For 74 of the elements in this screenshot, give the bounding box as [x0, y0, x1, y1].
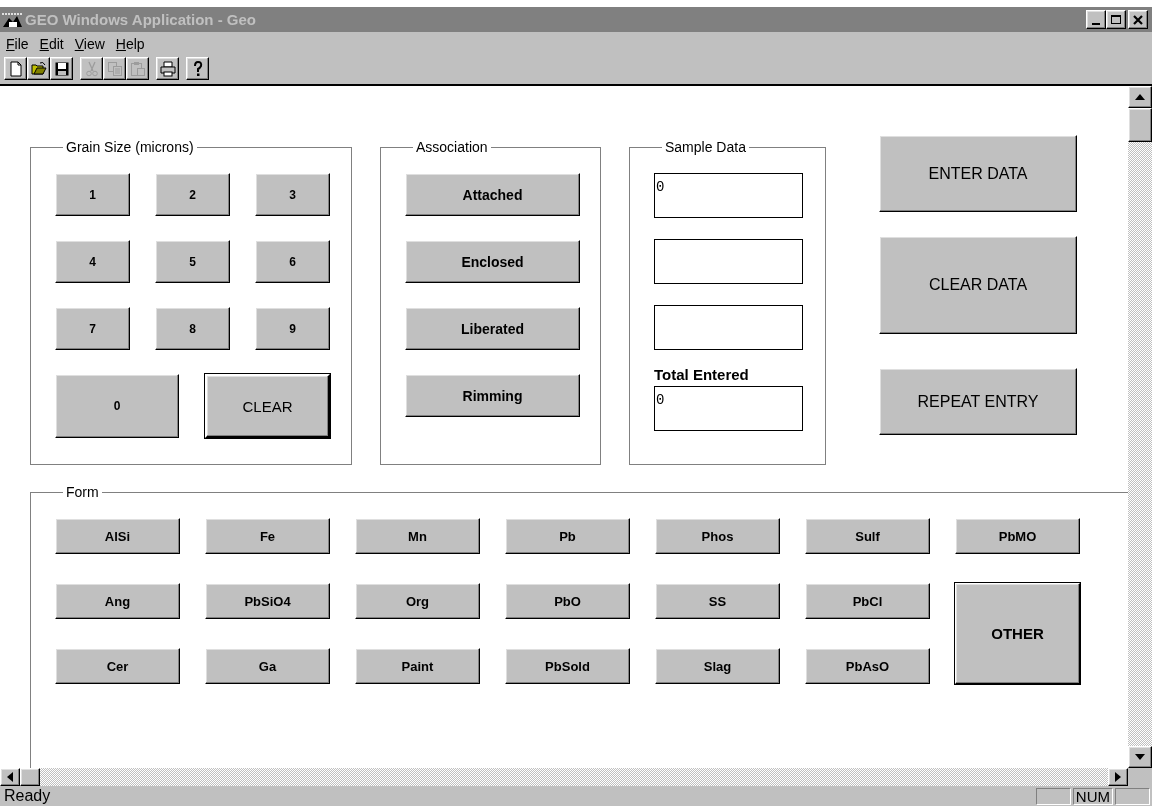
form-button[interactable]: SS	[655, 583, 780, 619]
menu-item[interactable]: Help	[111, 36, 152, 52]
association-button[interactable]: Rimming	[405, 374, 580, 417]
close-icon	[1132, 13, 1144, 26]
horizontal-scrollbar[interactable]	[0, 768, 1128, 786]
digit-button[interactable]: 9	[255, 307, 330, 350]
form-button[interactable]: Mn	[355, 518, 480, 554]
arrow-up-icon	[1135, 94, 1145, 100]
form-button[interactable]: PbMO	[955, 518, 1080, 554]
arrow-right-icon	[1115, 772, 1121, 782]
input-field[interactable]	[654, 239, 803, 284]
form-button[interactable]: Fe	[205, 518, 330, 554]
action-button[interactable]: ENTER DATA	[879, 135, 1077, 212]
menu-item[interactable]: View	[70, 36, 112, 52]
form-button[interactable]: PbO	[505, 583, 630, 619]
form-button[interactable]: PbAsO	[805, 648, 930, 684]
form-button[interactable]: OTHER	[955, 583, 1080, 684]
field-label: Total Entered	[654, 366, 750, 383]
form-button[interactable]: PbCl	[805, 583, 930, 619]
digit-button[interactable]: 0	[55, 374, 179, 438]
scroll-up-button[interactable]	[1128, 86, 1152, 108]
association-button[interactable]: Liberated	[405, 307, 580, 350]
form-button[interactable]: Ang	[55, 583, 180, 619]
status-panel	[1035, 787, 1071, 805]
input-field[interactable]: 0	[654, 386, 803, 431]
digit-button[interactable]: 4	[55, 240, 130, 283]
digit-button[interactable]: 5	[155, 240, 230, 283]
maximize-button[interactable]	[1106, 10, 1126, 29]
group-title: Grain Size (microns)	[65, 139, 195, 155]
vertical-scrollbar[interactable]	[1128, 86, 1152, 768]
form-button[interactable]: Paint	[355, 648, 480, 684]
window-title: GEO Windows Application - Geo	[25, 11, 257, 28]
form-button[interactable]: Phos	[655, 518, 780, 554]
digit-button[interactable]: 8	[155, 307, 230, 350]
menu-item[interactable]: File	[2, 36, 36, 52]
input-field[interactable]: 0	[654, 173, 803, 218]
arrow-left-icon	[7, 772, 13, 782]
menu-item[interactable]: Edit	[35, 36, 71, 52]
input-field[interactable]	[654, 305, 803, 350]
digit-button[interactable]: 7	[55, 307, 130, 350]
digit-button[interactable]: 1	[55, 173, 130, 216]
form-button[interactable]: Pb	[505, 518, 630, 554]
minimize-icon	[1092, 22, 1100, 25]
scroll-thumb[interactable]	[1128, 108, 1152, 142]
scroll-down-button[interactable]	[1128, 746, 1152, 768]
association-button[interactable]: Attached	[405, 173, 580, 216]
close-button[interactable]	[1128, 10, 1148, 29]
maximize-icon	[1110, 13, 1122, 26]
group-title: Association	[415, 139, 489, 155]
group-title: Sample Data	[664, 139, 747, 155]
clear-button[interactable]: CLEAR	[205, 374, 330, 438]
form-button[interactable]: Slag	[655, 648, 780, 684]
form-button[interactable]: AlSi	[55, 518, 180, 554]
association-button[interactable]: Enclosed	[405, 240, 580, 283]
status-panel	[1115, 787, 1150, 805]
action-button[interactable]: CLEAR DATA	[879, 236, 1077, 334]
digit-button[interactable]: 2	[155, 173, 230, 216]
digit-button[interactable]: 3	[255, 173, 330, 216]
scroll-right-button[interactable]	[1108, 768, 1128, 786]
form-button[interactable]: Ga	[205, 648, 330, 684]
action-button[interactable]: REPEAT ENTRY	[879, 368, 1077, 435]
arrow-down-icon	[1135, 754, 1145, 760]
form-button[interactable]: Sulf	[805, 518, 930, 554]
scroll-thumb[interactable]	[20, 768, 40, 786]
status-text: Ready	[4, 787, 52, 805]
digit-button[interactable]: 6	[255, 240, 330, 283]
status-indicator: NUM	[1072, 787, 1113, 805]
form-button[interactable]: PbSold	[505, 648, 630, 684]
scroll-left-button[interactable]	[0, 768, 20, 786]
group-title: Form	[65, 484, 100, 500]
form-button[interactable]: Cer	[55, 648, 180, 684]
form-button[interactable]: PbSiO4	[205, 583, 330, 619]
form-button[interactable]: Org	[355, 583, 480, 619]
minimize-button[interactable]	[1086, 10, 1106, 29]
